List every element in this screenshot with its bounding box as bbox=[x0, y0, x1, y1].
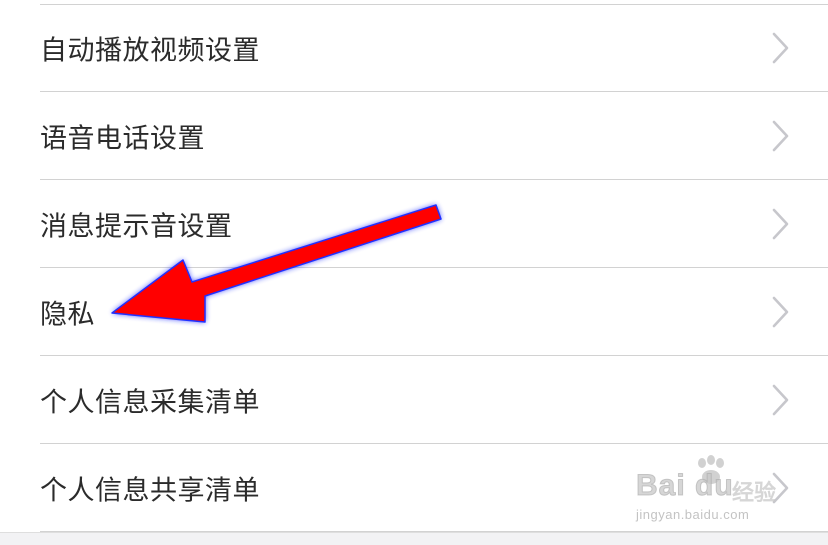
chevron-right-icon bbox=[772, 32, 789, 64]
chevron-right-icon bbox=[772, 120, 789, 152]
chevron-right-icon bbox=[772, 472, 789, 504]
settings-item-notification-sound[interactable]: 消息提示音设置 bbox=[0, 180, 828, 268]
settings-item-privacy[interactable]: 隐私 bbox=[0, 268, 828, 356]
settings-item-label: 个人信息采集清单 bbox=[40, 387, 260, 419]
chevron-right-icon bbox=[772, 296, 789, 328]
bottom-strip bbox=[0, 532, 828, 545]
settings-item-autoplay-video[interactable]: 自动播放视频设置 bbox=[0, 4, 828, 92]
settings-item-label: 个人信息共享清单 bbox=[40, 475, 260, 507]
chevron-right-icon bbox=[772, 384, 789, 416]
chevron-right-icon bbox=[772, 208, 789, 240]
settings-item-label: 消息提示音设置 bbox=[40, 211, 233, 243]
settings-item-label: 隐私 bbox=[40, 299, 95, 331]
settings-item-personal-info-collection[interactable]: 个人信息采集清单 bbox=[0, 356, 828, 444]
settings-item-voice-call[interactable]: 语音电话设置 bbox=[0, 92, 828, 180]
settings-item-personal-info-sharing[interactable]: 个人信息共享清单 bbox=[0, 444, 828, 532]
settings-page: 自动播放视频设置 语音电话设置 消息提示音设置 隐私 个人信息采集清单 个人信息… bbox=[0, 0, 828, 545]
settings-item-label: 自动播放视频设置 bbox=[40, 35, 260, 67]
settings-item-label: 语音电话设置 bbox=[40, 123, 205, 155]
settings-list: 自动播放视频设置 语音电话设置 消息提示音设置 隐私 个人信息采集清单 个人信息… bbox=[0, 4, 828, 532]
